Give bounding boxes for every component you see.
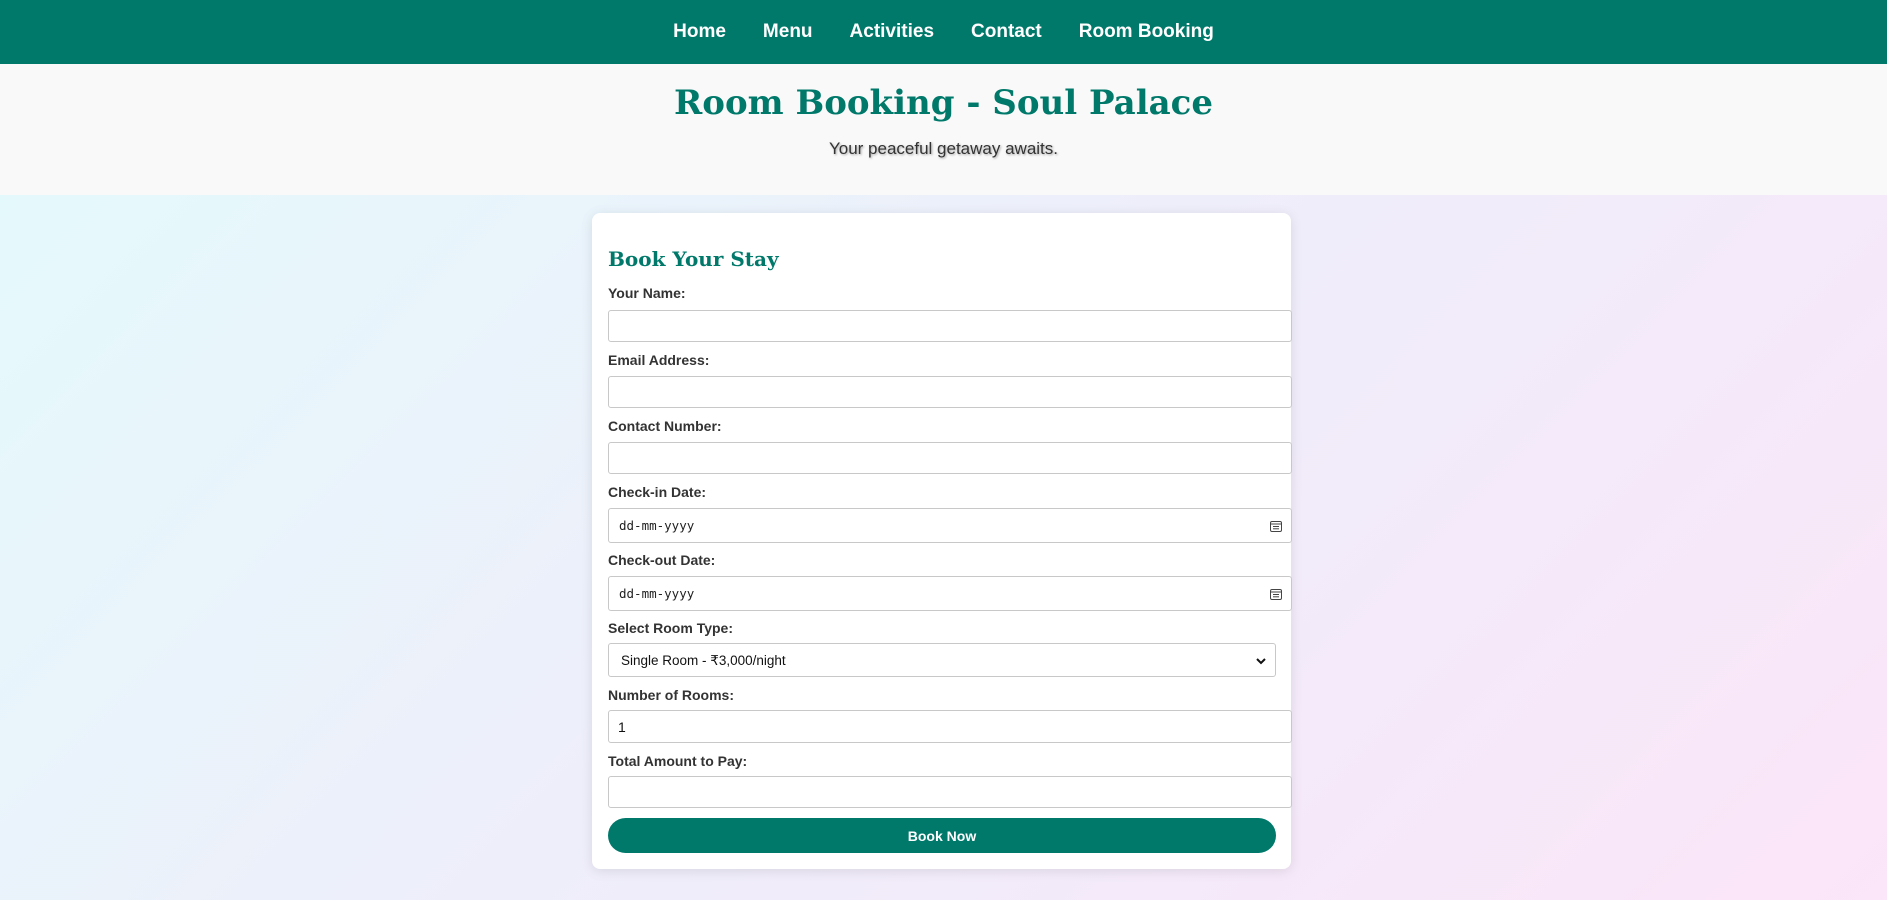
total-label: Total Amount to Pay: (608, 753, 748, 769)
rooms-value: 1 (618, 719, 626, 735)
room-type-label: Select Room Type: (608, 620, 733, 636)
contact-number-input[interactable] (608, 442, 1292, 474)
nav-contact-link[interactable]: Contact (971, 21, 1042, 43)
page-subtitle: Your peaceful getaway awaits. (828, 139, 1059, 158)
nav-activities-link[interactable]: Activities (850, 21, 934, 43)
page-title: Room Booking - Soul Palace (674, 83, 1213, 123)
calendar-icon[interactable] (1270, 520, 1282, 532)
name-label: Your Name: (608, 285, 686, 301)
checkout-label: Check-out Date: (608, 552, 716, 568)
nav-home-link[interactable]: Home (673, 21, 726, 43)
form-heading: Book Your Stay (608, 247, 779, 271)
email-input[interactable] (608, 376, 1292, 408)
checkin-date-input[interactable]: dd-mm-yyyy (608, 508, 1292, 543)
nav-room-booking-link[interactable]: Room Booking (1079, 21, 1214, 43)
contact-label: Contact Number: (608, 418, 722, 434)
booking-form: Book Your Stay Your Name: Email Address:… (592, 213, 1292, 869)
checkin-date-placeholder: dd-mm-yyyy (619, 518, 695, 533)
checkout-date-placeholder: dd-mm-yyyy (619, 586, 695, 601)
hero-section: Room Booking - Soul Palace Your peaceful… (0, 64, 1887, 195)
room-type-selected: Single Room - ₹3,000/night (621, 653, 786, 668)
checkout-date-input[interactable]: dd-mm-yyyy (608, 576, 1292, 611)
checkin-label: Check-in Date: (608, 484, 707, 500)
nav-menu-link[interactable]: Menu (763, 21, 813, 43)
email-label: Email Address: (608, 352, 710, 368)
name-input[interactable] (608, 310, 1292, 342)
rooms-label: Number of Rooms: (608, 687, 734, 703)
total-amount-input[interactable] (608, 776, 1292, 808)
room-type-select[interactable]: Single Room - ₹3,000/night (608, 643, 1276, 677)
rooms-number-input[interactable]: 1 (608, 710, 1292, 743)
chevron-down-icon (1256, 658, 1266, 665)
top-nav: Home Menu Activities Contact Room Bookin… (0, 0, 1887, 64)
book-now-button[interactable]: Book Now (608, 818, 1276, 853)
calendar-icon[interactable] (1270, 588, 1282, 600)
